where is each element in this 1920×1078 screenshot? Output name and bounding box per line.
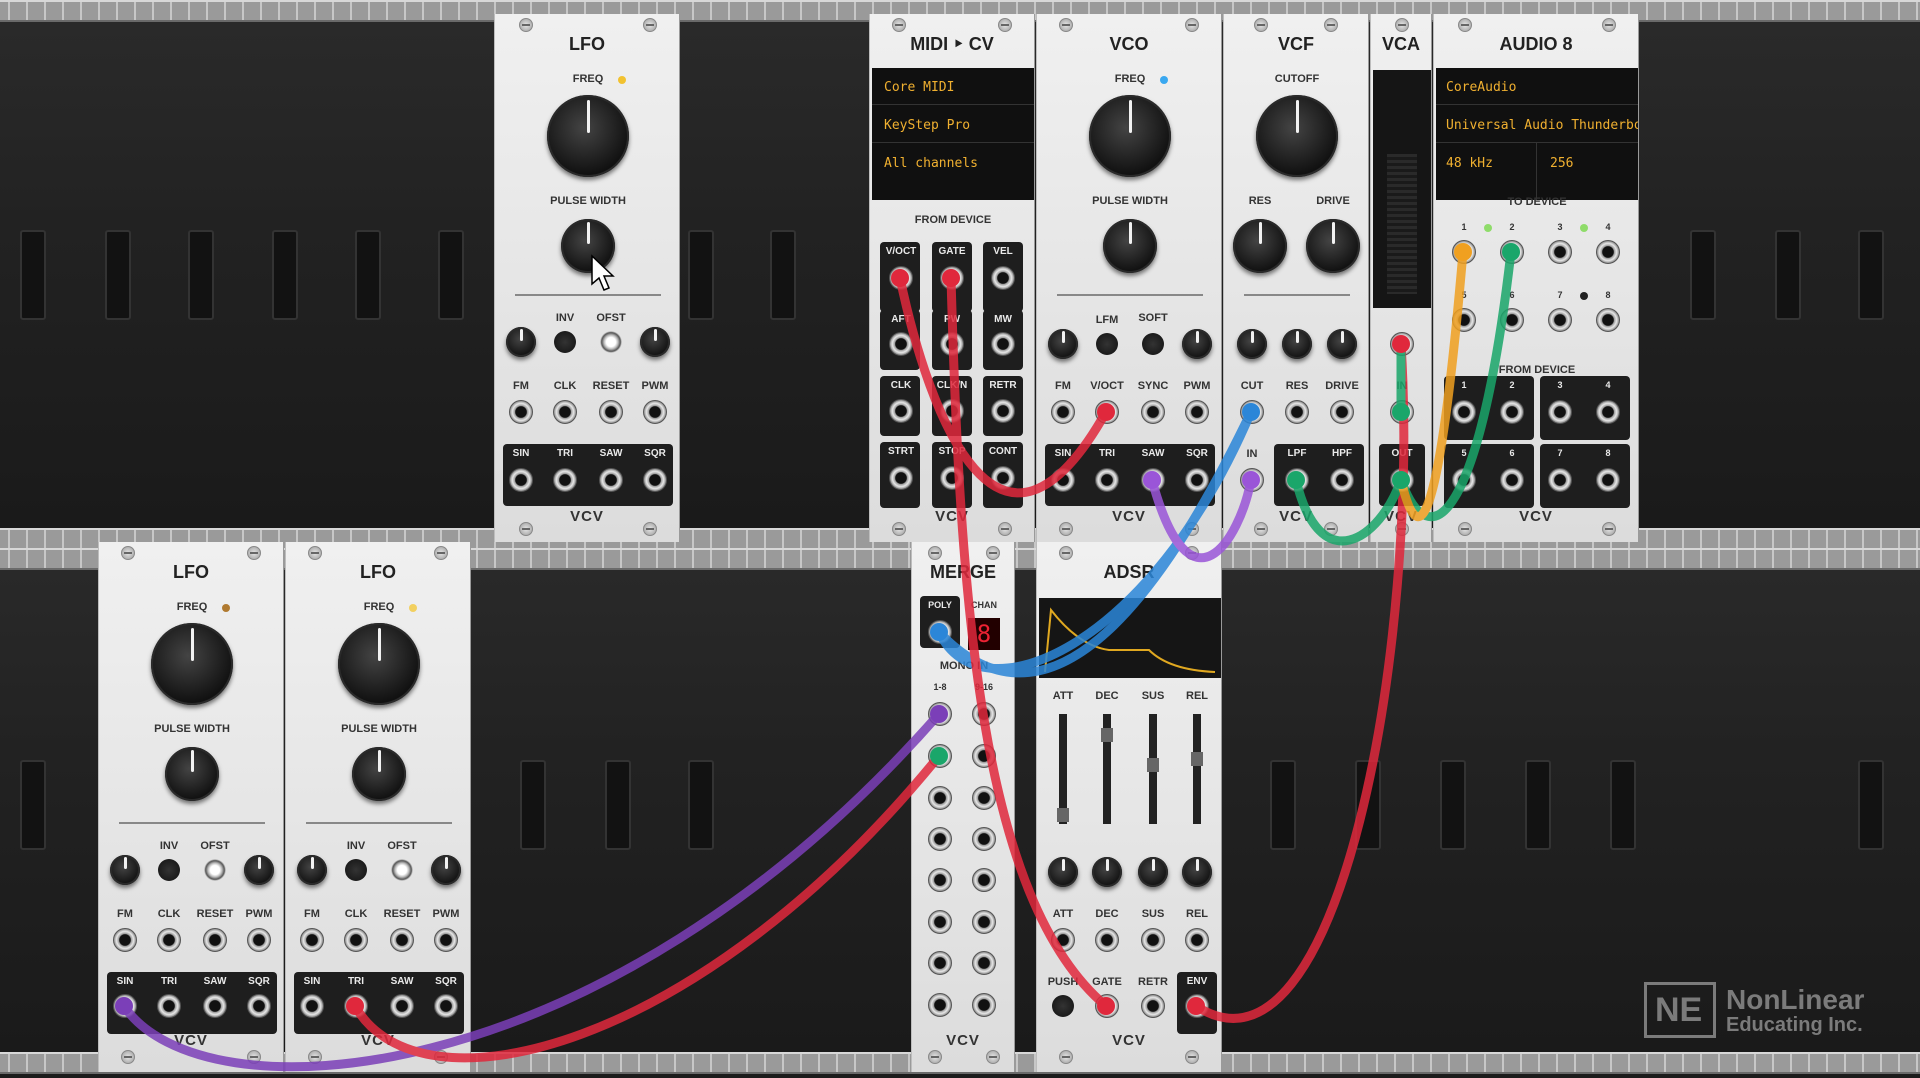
- cable-plug[interactable]: [346, 997, 364, 1015]
- cable-plug[interactable]: [930, 623, 948, 641]
- cable-orange-out[interactable]: [1396, 247, 1468, 522]
- cable-plug[interactable]: [1287, 471, 1305, 489]
- cable-plug[interactable]: [891, 269, 909, 287]
- cable-plug[interactable]: [1392, 471, 1410, 489]
- watermark-line-2: Educating Inc.: [1726, 1014, 1863, 1036]
- cable-plug[interactable]: [1143, 471, 1161, 489]
- mouse-pointer-icon: [591, 254, 615, 291]
- cable-plug[interactable]: [1242, 403, 1260, 421]
- nonlinear-logo: NE: [1644, 982, 1716, 1038]
- cable-plug[interactable]: [930, 705, 948, 723]
- cable-plug[interactable]: [930, 747, 948, 765]
- cable-plug[interactable]: [1097, 997, 1115, 1015]
- cable-blue-cut[interactable]: [934, 407, 1256, 673]
- patch-cables: [115, 243, 1520, 1072]
- cable-plug[interactable]: [1392, 403, 1410, 421]
- cable-plug[interactable]: [1097, 403, 1115, 421]
- cable-plug[interactable]: [1454, 243, 1472, 261]
- cable-plug[interactable]: [1242, 471, 1260, 489]
- watermark-line-1: NonLinear: [1726, 984, 1865, 1015]
- cable-red-voct[interactable]: [895, 273, 1111, 498]
- cable-plug[interactable]: [1502, 243, 1520, 261]
- logo-mark: NE: [1655, 991, 1703, 1029]
- module-rack: LFO FREQ PULSE WIDTH INV OFST FM CLK RES…: [0, 0, 1920, 1078]
- cable-plug[interactable]: [115, 997, 133, 1015]
- cable-plug[interactable]: [1392, 335, 1410, 353]
- cable-plug[interactable]: [1187, 997, 1205, 1015]
- cable-violet-saw[interactable]: [1147, 475, 1256, 563]
- cable-plug[interactable]: [942, 269, 960, 287]
- cable-red-env[interactable]: [1191, 339, 1409, 1023]
- cable-green-lpf[interactable]: [1291, 475, 1406, 546]
- cable-plugs: [115, 243, 1520, 1015]
